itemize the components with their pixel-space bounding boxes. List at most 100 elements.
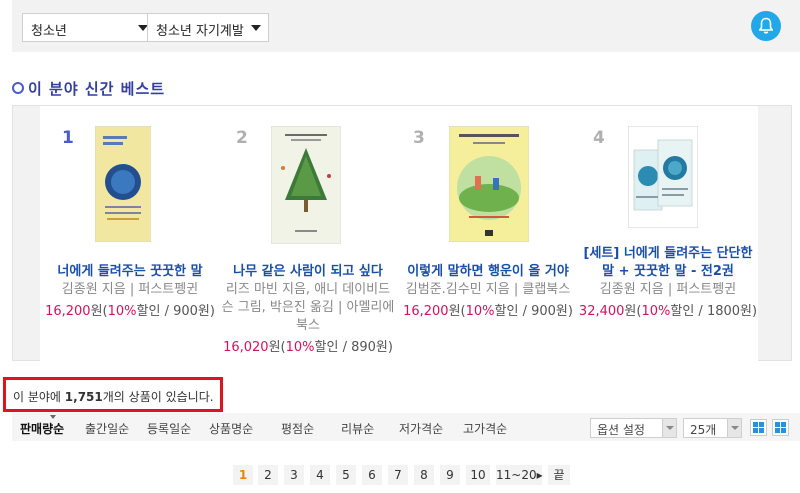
dropdown-caret-icon — [251, 25, 261, 31]
sort-option-name[interactable]: 상품명순 — [209, 420, 253, 437]
list-view-button[interactable] — [750, 419, 767, 436]
notification-button[interactable] — [751, 11, 781, 41]
book-price: 16,200원(10%할인 / 900원) — [40, 300, 220, 319]
page-link[interactable]: 5 — [336, 465, 356, 485]
section-title: 이 분야 신간 베스트 — [28, 80, 166, 98]
sort-option-reviews[interactable]: 리뷰순 — [341, 420, 374, 437]
sort-option-regdate[interactable]: 등록일순 — [147, 420, 191, 437]
book-title-link[interactable]: [세트] 너에게 들려주는 단단한 말 + 꿋꿋한 말 - 전2권 — [578, 245, 758, 281]
filter-bar: 청소년 청소년 자기계발 — [12, 0, 800, 52]
page-link[interactable]: 6 — [362, 465, 382, 485]
book-author: 김종원 지음 | 퍼스트펭귄 — [578, 281, 758, 299]
new-bestseller-list: 1 너에게 들려주는 꿋꿋한 말 김종원 지음 | 퍼스트펭귄 16,200원(… — [40, 106, 758, 362]
sort-bar: 판매량순 출간일순 등록일순 상품명순 평점순 리뷰순 저가격순 고가격순 옵션… — [12, 413, 800, 441]
sort-option-sales[interactable]: 판매량순 — [20, 420, 64, 437]
price-value: 16,200 — [45, 304, 91, 319]
discount-amount: 할인 / 1800원) — [670, 304, 758, 319]
book-author: 리즈 마빈 지음, 애니 데이비드 슨 그림, 박은진 옮김 | 아멜리에 북스 — [218, 281, 398, 335]
price-won: 원( — [448, 304, 466, 319]
discount-amount: 할인 / 900원) — [136, 304, 215, 319]
count-suffix: 개의 상품이 있습니다. — [102, 390, 214, 404]
discount-rate: 10% — [285, 340, 315, 355]
bell-icon — [759, 17, 773, 34]
page-link[interactable]: 2 — [258, 465, 278, 485]
book-title-line: 나무 같은 사람이 되고 싶다 — [233, 264, 383, 279]
book-cover-image[interactable] — [449, 126, 529, 242]
per-page-select[interactable]: 25개 — [683, 418, 742, 438]
book-title-line: 너에게 들려주는 꿋꿋한 말 — [57, 264, 203, 279]
option-settings-select[interactable]: 옵션 설정 — [590, 418, 677, 438]
price-value: 32,400 — [578, 304, 625, 319]
grid-view-button[interactable] — [772, 419, 789, 436]
discount-amount: 할인 / 900원) — [494, 304, 573, 319]
author-line: 김종원 지음 | 퍼스트펭귄 — [599, 282, 737, 297]
book-title-line: 말 + 꿋꿋한 말 - 전2권 — [602, 264, 734, 279]
discount-rate: 10% — [107, 304, 137, 319]
count-prefix: 이 분야에 — [13, 390, 65, 404]
last-page-link[interactable]: 끝 — [548, 465, 570, 485]
dropdown-arrow-icon — [727, 419, 741, 437]
bestseller-item: 2 나무 같은 사람이 되고 싶다 리즈 마빈 지음, 애니 데이비드 슨 그림… — [218, 106, 398, 362]
sort-option-pubdate[interactable]: 출간일순 — [85, 420, 129, 437]
page-link[interactable]: 7 — [388, 465, 408, 485]
rank-number: 3 — [413, 128, 425, 148]
discount-amount: 할인 / 890원) — [314, 340, 393, 355]
book-author: 김종원 지음 | 퍼스트펭귄 — [40, 281, 220, 299]
option-settings-value: 옵션 설정 — [597, 423, 645, 437]
book-price: 32,400원(10%할인 / 1800원) — [578, 300, 758, 319]
rank-number: 1 — [62, 128, 74, 148]
bestseller-item: 4 [세트] 너에게 들려주는 단단한 말 + 꿋꿋한 말 - 전2권 김종원 … — [578, 106, 758, 362]
list-view-icon-part — [753, 428, 758, 433]
sort-indicator-icon — [50, 415, 56, 419]
dropdown-arrow-icon — [662, 419, 676, 437]
grid-view-icon-part — [781, 422, 786, 427]
author-line: 슨 그림, 박은진 옮김 | 아멜리에 — [221, 300, 395, 315]
rank-number: 4 — [593, 128, 605, 148]
book-cover-image[interactable] — [628, 126, 698, 228]
pagination: 1 2 3 4 5 6 7 8 9 10 11~20▸ 끝 — [0, 465, 800, 485]
next-pages-link[interactable]: 11~20▸ — [496, 465, 543, 485]
subcategory-select[interactable]: 청소년 자기계발 — [147, 13, 269, 42]
subcategory-select-value: 청소년 자기계발 — [156, 24, 244, 39]
product-count-text: 이 분야에 1,751개의 상품이 있습니다. — [13, 388, 214, 405]
product-count-notice: 이 분야에 1,751개의 상품이 있습니다. — [3, 377, 223, 412]
sort-option-price-low[interactable]: 저가격순 — [399, 420, 443, 437]
page-link-current[interactable]: 1 — [233, 465, 253, 485]
price-won: 원( — [90, 304, 108, 319]
author-line: 북스 — [296, 318, 320, 333]
list-view-icon-part — [759, 428, 764, 433]
discount-rate: 10% — [465, 304, 495, 319]
page-link[interactable]: 4 — [310, 465, 330, 485]
book-price: 16,200원(10%할인 / 900원) — [398, 300, 578, 319]
book-price: 16,020원(10%할인 / 890원) — [218, 336, 398, 355]
author-line: 김범준.김수민 지음 | 클랩북스 — [405, 282, 571, 297]
rank-number: 2 — [236, 128, 248, 148]
page-link[interactable]: 8 — [414, 465, 434, 485]
page-link[interactable]: 10 — [466, 465, 490, 485]
page-link[interactable]: 9 — [440, 465, 460, 485]
sort-option-rating[interactable]: 평점순 — [281, 420, 314, 437]
grid-view-icon-part — [781, 428, 786, 433]
grid-view-icon — [775, 422, 780, 427]
list-view-icon-part — [759, 422, 764, 427]
book-cover-image[interactable] — [271, 126, 341, 244]
book-cover-image[interactable] — [95, 126, 151, 242]
category-select[interactable]: 청소년 — [22, 13, 156, 42]
price-won: 원( — [268, 340, 286, 355]
category-select-value: 청소년 — [31, 24, 67, 39]
book-title-link[interactable]: 이렇게 말하면 행운이 올 거야 — [398, 263, 578, 281]
per-page-value: 25개 — [690, 423, 717, 437]
book-title-link[interactable]: 나무 같은 사람이 되고 싶다 — [218, 263, 398, 281]
bestseller-item: 1 너에게 들려주는 꿋꿋한 말 김종원 지음 | 퍼스트펭귄 16,200원(… — [40, 106, 220, 362]
book-author: 김범준.김수민 지음 | 클랩북스 — [398, 281, 578, 299]
price-value: 16,200 — [403, 304, 449, 319]
book-title-link[interactable]: 너에게 들려주는 꿋꿋한 말 — [40, 263, 220, 281]
price-value: 16,020 — [223, 340, 269, 355]
list-view-icon — [753, 422, 758, 427]
sort-option-price-high[interactable]: 고가격순 — [463, 420, 507, 437]
product-count: 1,751 — [64, 390, 103, 404]
author-line: 리즈 마빈 지음, 애니 데이비드 — [225, 282, 391, 297]
grid-view-icon-part — [775, 428, 780, 433]
book-title-line: 이렇게 말하면 행운이 올 거야 — [407, 264, 569, 279]
page-link[interactable]: 3 — [284, 465, 304, 485]
